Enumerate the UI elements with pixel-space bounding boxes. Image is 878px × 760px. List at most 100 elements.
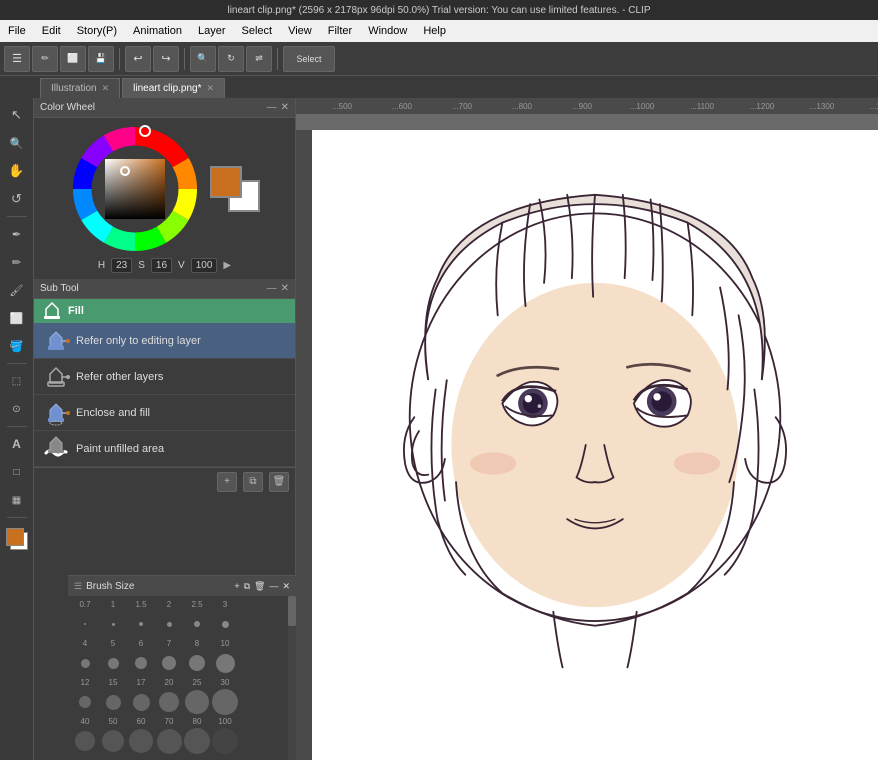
menu-edit[interactable]: Edit bbox=[34, 20, 69, 42]
toolbar-open-btn[interactable]: ⬜ bbox=[60, 46, 86, 72]
brush-size-80[interactable]: 80 bbox=[184, 717, 210, 726]
lt-select-btn[interactable]: ⬚ bbox=[4, 368, 30, 394]
brush-size-4[interactable]: 4 bbox=[72, 639, 98, 648]
toolbar-select-btn[interactable]: Select bbox=[283, 46, 335, 72]
hue-value[interactable]: 23 bbox=[111, 258, 132, 273]
brush-panel-menu-icon[interactable]: ☰ bbox=[74, 581, 82, 592]
brush-size-20[interactable]: 20 bbox=[156, 678, 182, 687]
brush-size-2.5[interactable]: 2.5 bbox=[184, 600, 210, 609]
tab-illustration[interactable]: Illustration ✕ bbox=[40, 78, 120, 98]
brush-size-10[interactable]: 10 bbox=[212, 639, 238, 648]
brush-dot-1.5[interactable] bbox=[128, 611, 154, 637]
menu-story[interactable]: Story(P) bbox=[69, 20, 125, 42]
toolbar-menu-btn[interactable]: ☰ bbox=[4, 46, 30, 72]
brush-size-0.7[interactable]: 0.7 bbox=[72, 600, 98, 609]
brush-dot-2.5[interactable] bbox=[184, 611, 210, 637]
brush-size-7[interactable]: 7 bbox=[156, 639, 182, 648]
brush-panel-collapse[interactable]: — bbox=[269, 581, 278, 592]
brush-panel-add[interactable]: + bbox=[234, 581, 239, 592]
menu-layer[interactable]: Layer bbox=[190, 20, 234, 42]
subtool-copy-btn[interactable]: ⧉ bbox=[243, 472, 263, 492]
toolbar-zoom-btn[interactable]: 🔍 bbox=[190, 46, 216, 72]
lt-hand-btn[interactable]: ✋ bbox=[4, 158, 30, 184]
brush-dot-70[interactable] bbox=[156, 728, 182, 754]
subtool-delete-btn[interactable]: 🗑 bbox=[269, 472, 289, 492]
brush-scrollbar[interactable] bbox=[288, 596, 296, 760]
subtool-collapse[interactable]: — bbox=[267, 283, 277, 294]
brush-dot-50[interactable] bbox=[100, 728, 126, 754]
brush-dot-60[interactable] bbox=[128, 728, 154, 754]
brush-size-1.5[interactable]: 1.5 bbox=[128, 600, 154, 609]
subtool-item-0[interactable]: Refer only to editing layer bbox=[34, 323, 295, 359]
brush-panel-copy[interactable]: ⧉ bbox=[244, 581, 250, 592]
canvas-content[interactable]: .lineart { fill: none; stroke: #3a2535; … bbox=[312, 130, 878, 760]
subtool-item-3[interactable]: Paint unfilled area bbox=[34, 431, 295, 467]
lt-cursor-btn[interactable]: ↖ bbox=[4, 102, 30, 128]
brush-size-17[interactable]: 17 bbox=[128, 678, 154, 687]
toolbar-save-btn[interactable]: 💾 bbox=[88, 46, 114, 72]
lt-pen-btn[interactable]: ✒ bbox=[4, 221, 30, 247]
brush-size-25[interactable]: 25 bbox=[184, 678, 210, 687]
toolbar-rotate-btn[interactable]: ↻ bbox=[218, 46, 244, 72]
brush-dot-10[interactable] bbox=[212, 650, 238, 676]
subtool-item-1[interactable]: Refer other layers bbox=[34, 359, 295, 395]
toolbar-new-btn[interactable]: ✏ bbox=[32, 46, 58, 72]
lt-fill-btn[interactable]: 🪣 bbox=[4, 333, 30, 359]
canvas-drawing[interactable]: .lineart { fill: none; stroke: #3a2535; … bbox=[312, 130, 878, 760]
brush-dot-12[interactable] bbox=[72, 689, 98, 715]
brush-dot-0.7[interactable] bbox=[72, 611, 98, 637]
lt-eraser-btn[interactable]: ⬜ bbox=[4, 305, 30, 331]
menu-select[interactable]: Select bbox=[234, 20, 281, 42]
brush-dot-40[interactable] bbox=[72, 728, 98, 754]
brush-size-2[interactable]: 2 bbox=[156, 600, 182, 609]
brush-size-8[interactable]: 8 bbox=[184, 639, 210, 648]
lt-fg-swatch[interactable] bbox=[6, 528, 24, 546]
fg-color-swatch[interactable] bbox=[210, 166, 242, 198]
brush-dot-4[interactable] bbox=[72, 650, 98, 676]
brush-dot-15[interactable] bbox=[100, 689, 126, 715]
lt-text-btn[interactable]: A bbox=[4, 431, 30, 457]
brush-dot-5[interactable] bbox=[100, 650, 126, 676]
brush-dot-80[interactable] bbox=[184, 728, 210, 754]
tab-illustration-close[interactable]: ✕ bbox=[102, 83, 110, 94]
brush-dot-3[interactable] bbox=[212, 611, 238, 637]
lt-brush-btn[interactable]: 🖌 bbox=[4, 277, 30, 303]
brush-size-50[interactable]: 50 bbox=[100, 717, 126, 726]
subtool-item-2[interactable]: Enclose and fill bbox=[34, 395, 295, 431]
lt-zoom-btn[interactable]: 🔍 bbox=[4, 130, 30, 156]
brush-size-1[interactable]: 1 bbox=[100, 600, 126, 609]
menu-file[interactable]: File bbox=[0, 20, 34, 42]
brush-size-70[interactable]: 70 bbox=[156, 717, 182, 726]
lt-pencil-btn[interactable]: ✏ bbox=[4, 249, 30, 275]
subtool-close[interactable]: ✕ bbox=[281, 283, 289, 294]
brush-size-5[interactable]: 5 bbox=[100, 639, 126, 648]
brush-size-40[interactable]: 40 bbox=[72, 717, 98, 726]
color-wheel-close[interactable]: ✕ bbox=[281, 102, 289, 113]
brush-panel-close[interactable]: ✕ bbox=[282, 581, 290, 592]
tab-lineart-close[interactable]: ✕ bbox=[207, 83, 215, 94]
lt-lasso-btn[interactable]: ⊙ bbox=[4, 396, 30, 422]
menu-window[interactable]: Window bbox=[360, 20, 415, 42]
color-wheel-container[interactable] bbox=[70, 124, 200, 254]
brush-size-6[interactable]: 6 bbox=[128, 639, 154, 648]
brush-size-100[interactable]: 100 bbox=[212, 717, 238, 726]
brush-size-12[interactable]: 12 bbox=[72, 678, 98, 687]
brush-dot-6[interactable] bbox=[128, 650, 154, 676]
subtool-add-btn[interactable]: + bbox=[217, 472, 237, 492]
brush-scrollbar-thumb[interactable] bbox=[288, 596, 296, 626]
brush-dot-20[interactable] bbox=[156, 689, 182, 715]
brush-dot-25[interactable] bbox=[184, 689, 210, 715]
val-value[interactable]: 100 bbox=[191, 258, 218, 273]
color-wheel-collapse[interactable]: — bbox=[267, 102, 277, 113]
toolbar-redo-btn[interactable]: ↪ bbox=[153, 46, 179, 72]
brush-size-60[interactable]: 60 bbox=[128, 717, 154, 726]
brush-size-30[interactable]: 30 bbox=[212, 678, 238, 687]
brush-dot-8[interactable] bbox=[184, 650, 210, 676]
menu-animation[interactable]: Animation bbox=[125, 20, 190, 42]
lt-gradient-btn[interactable]: ▦ bbox=[4, 487, 30, 513]
brush-dot-1[interactable] bbox=[100, 611, 126, 637]
brush-dot-7[interactable] bbox=[156, 650, 182, 676]
brush-size-3[interactable]: 3 bbox=[212, 600, 238, 609]
toolbar-flip-btn[interactable]: ⇌ bbox=[246, 46, 272, 72]
brush-dot-17[interactable] bbox=[128, 689, 154, 715]
